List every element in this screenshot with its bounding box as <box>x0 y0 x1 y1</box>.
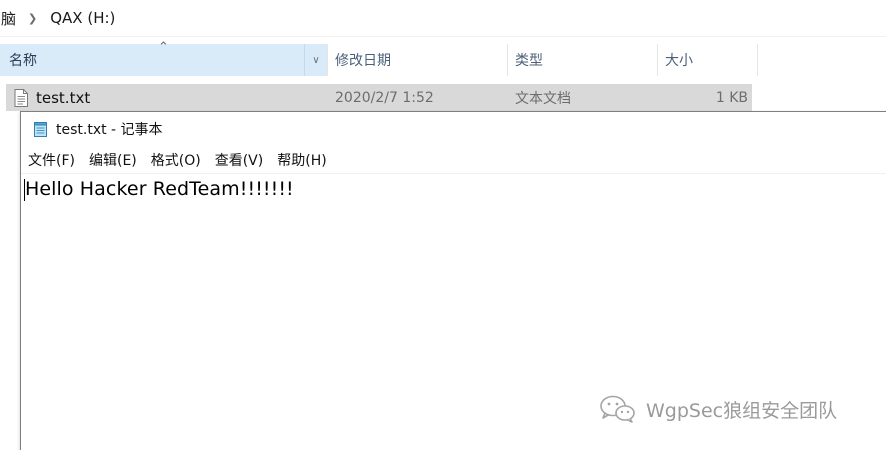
column-header-name-label: 名称 <box>9 53 37 69</box>
menu-view[interactable]: 查看(V) <box>208 150 271 170</box>
notepad-title: test.txt - 记事本 <box>56 122 163 138</box>
file-row[interactable]: test.txt 2020/2/7 1:52 文本文档 1 KB <box>6 84 752 111</box>
address-breadcrumb: 脑 ❯ QAX (H:) <box>0 0 886 37</box>
breadcrumb-current[interactable]: QAX (H:) <box>50 9 115 27</box>
file-size-cell: 1 KB <box>715 89 748 106</box>
menu-format[interactable]: 格式(O) <box>144 150 208 170</box>
file-name: test.txt <box>36 88 91 107</box>
file-list-header: ⌃ 名称 ∨ 修改日期 类型 大小 <box>0 40 886 76</box>
screen: 脑 ❯ QAX (H:) ⌃ 名称 ∨ 修改日期 类型 大小 test.txt … <box>0 0 886 450</box>
column-header-type[interactable]: 类型 <box>508 44 658 76</box>
column-header-size[interactable]: 大小 <box>658 44 758 76</box>
menu-help[interactable]: 帮助(H) <box>270 150 333 170</box>
file-name-cell[interactable]: test.txt <box>14 84 90 111</box>
column-header-date-label: 修改日期 <box>335 53 391 69</box>
chevron-down-icon[interactable]: ∨ <box>304 44 327 76</box>
notepad-icon <box>34 122 47 137</box>
column-header-size-label: 大小 <box>665 53 693 69</box>
column-header-type-label: 类型 <box>515 53 543 69</box>
menu-file[interactable]: 文件(F) <box>21 150 82 170</box>
text-file-icon <box>14 88 28 107</box>
watermark: WgpSec狼组安全团队 <box>598 394 837 424</box>
watermark-text: WgpSec狼组安全团队 <box>646 399 838 422</box>
chevron-right-icon[interactable]: ❯ <box>28 12 37 25</box>
wechat-icon <box>600 395 635 423</box>
breadcrumb-parent[interactable]: 脑 <box>1 8 16 29</box>
notepad-menu-bar: 文件(F) 编辑(E) 格式(O) 查看(V) 帮助(H) <box>21 148 886 172</box>
column-header-name[interactable]: ⌃ 名称 ∨ <box>0 40 328 76</box>
file-type-cell: 文本文档 <box>515 90 571 107</box>
file-date-cell: 2020/2/7 1:52 <box>335 89 434 106</box>
notepad-title-bar[interactable]: test.txt - 记事本 <box>21 112 886 146</box>
column-header-date-modified[interactable]: 修改日期 <box>328 44 508 76</box>
sort-ascending-icon: ⌃ <box>158 40 169 55</box>
notepad-content: Hello Hacker RedTeam!!!!!!! <box>25 178 294 200</box>
menu-edit[interactable]: 编辑(E) <box>82 150 144 170</box>
